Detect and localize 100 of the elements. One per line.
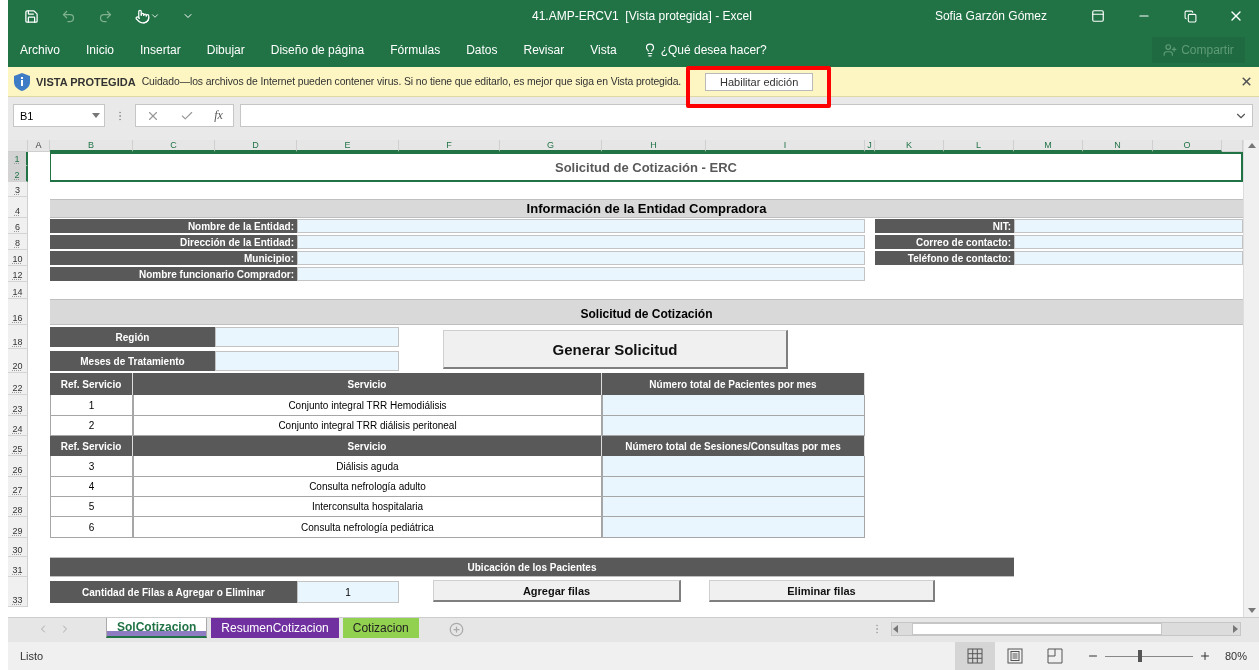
dropdown-icon[interactable] bbox=[92, 111, 100, 120]
input-cell[interactable] bbox=[602, 517, 865, 538]
row-header[interactable]: 33 bbox=[8, 577, 28, 607]
input-cell[interactable] bbox=[297, 267, 865, 281]
ribbon-tab[interactable]: Archivo bbox=[20, 42, 60, 57]
sheet-tab[interactable]: Cotizacion bbox=[342, 618, 419, 638]
column-header[interactable]: N bbox=[1083, 140, 1153, 152]
row-header[interactable]: 27 bbox=[8, 477, 28, 497]
column-header[interactable]: L bbox=[944, 140, 1014, 152]
view-button[interactable] bbox=[954, 642, 995, 670]
row-header[interactable]: 20 bbox=[8, 349, 28, 373]
zoom-in-icon[interactable] bbox=[1198, 650, 1211, 662]
input-cell[interactable] bbox=[215, 351, 399, 371]
ribbon-tab[interactable]: Dibujar bbox=[206, 42, 245, 57]
close-icon[interactable] bbox=[1240, 75, 1253, 88]
row-header[interactable]: 2 bbox=[8, 166, 28, 182]
touch-mode-icon[interactable] bbox=[135, 8, 160, 24]
ribbon-tab[interactable]: Fórmulas bbox=[390, 42, 441, 57]
row-header[interactable]: 3 bbox=[8, 182, 28, 197]
row-header[interactable]: 14 bbox=[8, 282, 28, 299]
input-cell[interactable] bbox=[602, 477, 865, 497]
delete-rows-button[interactable]: Eliminar filas bbox=[709, 580, 935, 602]
column-header[interactable]: E bbox=[297, 140, 399, 152]
row-header[interactable]: 22 bbox=[8, 373, 28, 395]
input-cell[interactable] bbox=[297, 235, 865, 249]
undo-icon[interactable] bbox=[61, 8, 76, 24]
table-cell: 6 bbox=[50, 517, 133, 538]
tell-me-search[interactable]: ¿Qué desea hacer? bbox=[642, 42, 767, 57]
redo-icon[interactable] bbox=[98, 8, 113, 24]
insert-function-label[interactable]: fx bbox=[214, 108, 223, 123]
row-header[interactable]: 12 bbox=[8, 266, 28, 282]
table-header: Ref. Servicio bbox=[50, 436, 133, 456]
field-label: Región bbox=[50, 327, 215, 347]
field-label: Nombre funcionario Comprador: bbox=[50, 267, 297, 281]
scroll-up-icon[interactable] bbox=[1247, 142, 1256, 150]
ribbon-tab[interactable]: Diseño de página bbox=[270, 42, 365, 57]
column-header[interactable]: M bbox=[1014, 140, 1083, 152]
save-icon[interactable] bbox=[24, 8, 39, 24]
column-header[interactable]: B bbox=[50, 140, 133, 152]
input-cell[interactable] bbox=[215, 327, 399, 347]
column-header[interactable]: A bbox=[28, 140, 50, 152]
input-cell[interactable] bbox=[297, 219, 865, 233]
input-cell[interactable] bbox=[602, 395, 865, 416]
row-header[interactable]: 6 bbox=[8, 218, 28, 234]
column-header[interactable]: D bbox=[215, 140, 297, 152]
input-cell[interactable] bbox=[602, 497, 865, 517]
select-all-corner[interactable] bbox=[8, 140, 28, 152]
input-cell[interactable] bbox=[602, 416, 865, 436]
row-header[interactable]: 1 bbox=[8, 152, 28, 166]
field-label: Meses de Tratamiento bbox=[50, 351, 215, 371]
input-cell[interactable] bbox=[1014, 251, 1243, 265]
row-header[interactable]: 23 bbox=[8, 395, 28, 416]
table-cell: Conjunto integral TRR Hemodiálisis bbox=[133, 395, 602, 416]
ribbon-tab[interactable]: Vista bbox=[590, 42, 617, 57]
input-cell[interactable]: 1 bbox=[297, 581, 399, 603]
add-rows-button[interactable]: Agregar filas bbox=[433, 580, 681, 602]
row-header[interactable]: 28 bbox=[8, 497, 28, 517]
row-header[interactable]: 18 bbox=[8, 325, 28, 349]
page-icon bbox=[1006, 648, 1023, 664]
row-header[interactable]: 29 bbox=[8, 517, 28, 538]
scroll-down-icon[interactable] bbox=[1247, 607, 1256, 615]
input-cell[interactable] bbox=[1014, 219, 1243, 233]
field-label: Nombre de la Entidad: bbox=[50, 219, 297, 233]
ribbon-tab[interactable]: Datos bbox=[466, 42, 498, 57]
scroll-left-icon[interactable] bbox=[892, 625, 900, 633]
column-header[interactable]: K bbox=[875, 140, 944, 152]
protected-view-message: Cuidado—los archivos de Internet pueden contener virus. Si no tiene que editarlo, es mejor que siga en Vista protegida. bbox=[141, 76, 682, 87]
column-header[interactable]: O bbox=[1153, 140, 1222, 152]
sheet-tab[interactable]: SolCotizacion bbox=[106, 618, 208, 638]
ribbon-tab[interactable]: Revisar bbox=[523, 42, 565, 57]
row-header[interactable]: 26 bbox=[8, 456, 28, 477]
ribbon-tab[interactable]: Inicio bbox=[86, 42, 115, 57]
input-cell[interactable] bbox=[602, 456, 865, 477]
column-header[interactable]: C bbox=[133, 140, 215, 152]
field-label: Dirección de la Entidad: bbox=[50, 235, 297, 249]
input-cell[interactable] bbox=[297, 251, 865, 265]
column-header[interactable]: G bbox=[500, 140, 602, 152]
row-header[interactable]: 25 bbox=[8, 436, 28, 456]
input-cell[interactable] bbox=[1014, 235, 1243, 249]
formula-input[interactable] bbox=[240, 104, 1253, 127]
column-header[interactable]: H bbox=[602, 140, 706, 152]
row-header[interactable]: 24 bbox=[8, 416, 28, 436]
field-label: Municipio: bbox=[50, 251, 297, 265]
column-header[interactable]: F bbox=[399, 140, 500, 152]
sheet-tab[interactable]: ResumenCotizacion bbox=[211, 618, 339, 638]
scroll-right-icon[interactable] bbox=[1232, 625, 1240, 633]
section-heading: Solicitud de Cotización bbox=[50, 299, 1243, 325]
enable-editing-button[interactable]: Habilitar edición bbox=[705, 72, 814, 91]
name-box[interactable]: B1 bbox=[13, 104, 105, 127]
row-header[interactable]: 4 bbox=[8, 197, 28, 218]
zoom-slider-thumb[interactable] bbox=[1138, 649, 1143, 662]
row-header[interactable]: 8 bbox=[8, 234, 28, 250]
ribbon-tab[interactable]: Insertar bbox=[140, 42, 181, 57]
generate-request-button[interactable]: Generar Solicitud bbox=[443, 330, 788, 369]
scroll-thumb[interactable] bbox=[912, 623, 1162, 635]
row-header[interactable]: 10 bbox=[8, 250, 28, 266]
row-header[interactable]: 30 bbox=[8, 538, 28, 557]
column-header[interactable]: I bbox=[706, 140, 865, 152]
row-header[interactable]: 16 bbox=[8, 299, 28, 325]
row-header[interactable]: 31 bbox=[8, 557, 28, 577]
